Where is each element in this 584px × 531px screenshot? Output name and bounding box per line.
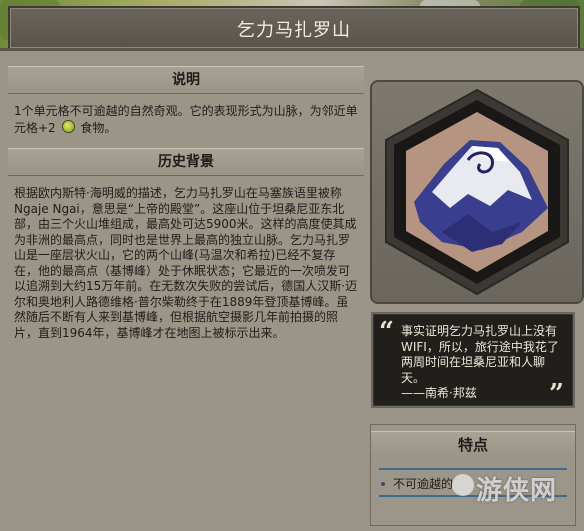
watermark-logo-icon [452, 474, 474, 496]
watermark: 游侠网 [476, 476, 558, 506]
quote-author: ——南希·邦兹 [401, 386, 477, 400]
quote-text: 事实证明乞力马扎罗山上没有WIFI，所以，旅行途中我花了两周时间在坦桑尼亚和人聊… [401, 324, 561, 402]
title-bar: 乞力马扎罗山 [8, 6, 580, 50]
quote-body: 事实证明乞力马扎罗山上没有WIFI，所以，旅行途中我花了两周时间在坦桑尼亚和人聊… [401, 324, 559, 385]
history-heading: 历史背景 [8, 148, 364, 176]
wonder-portrait-frame [370, 80, 584, 304]
traits-heading: 特点 [371, 431, 575, 458]
description-text-part2: 食物。 [80, 120, 117, 135]
close-quote-icon: ” [549, 379, 564, 409]
bullet-icon [381, 482, 385, 486]
open-quote-icon: “ [379, 317, 394, 347]
quote-box: “ 事实证明乞力马扎罗山上没有WIFI，所以，旅行途中我花了两周时间在坦桑尼亚和… [371, 312, 575, 408]
page-title: 乞力马扎罗山 [237, 20, 351, 41]
history-text: 根据欧内斯特·海明威的描述，乞力马扎罗山在马塞族语里被称Ngaje Ngai，意… [14, 186, 358, 340]
trait-label: 不可逾越的 [393, 477, 454, 491]
wonder-portrait [385, 88, 569, 296]
food-icon [61, 119, 75, 133]
trait-item: 不可逾越的 [381, 475, 453, 492]
description-text: 1个单元格不可逾越的自然奇观。它的表现形式为山脉，为邻近单元格+2 食物。 [14, 104, 358, 136]
description-heading: 说明 [8, 66, 364, 94]
